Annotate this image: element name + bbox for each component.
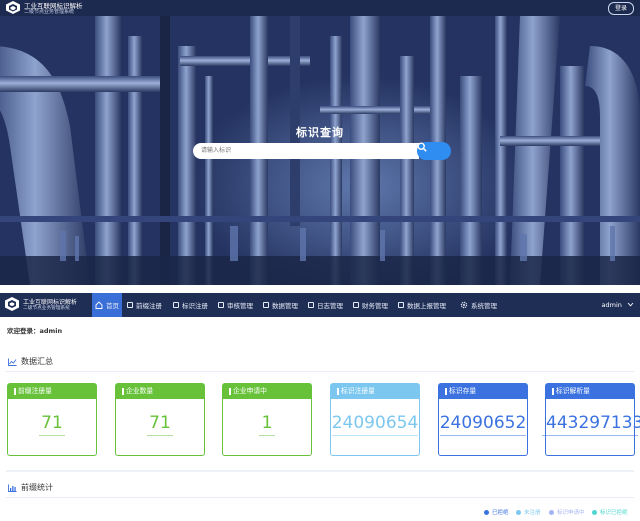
- card-label: 标识注册量: [331, 384, 419, 399]
- search-button[interactable]: [417, 142, 451, 160]
- legend-item[interactable]: 标识申请中: [549, 508, 585, 516]
- nav-item-id-register[interactable]: 标识注册: [173, 293, 208, 317]
- card-id-resolve-count: 标识解析量 443297133: [542, 383, 640, 456]
- card-value-underline: [440, 435, 526, 436]
- search-input[interactable]: [193, 143, 419, 159]
- nav-item-label: 日志管理: [317, 302, 343, 310]
- brand-subtitle: 二级节点业务管理系统: [24, 9, 75, 15]
- card-enterprise-count: 企业数量 71: [115, 383, 205, 456]
- card-value-underline: [259, 435, 275, 436]
- card-label: 企业申请中: [223, 384, 311, 399]
- legend-label: 已拒绝: [492, 510, 509, 516]
- nav-brand-subtitle: 二级节点业务管理系统: [23, 306, 70, 311]
- nav-item-label: 数据管理: [272, 302, 298, 310]
- nav-logo-icon: [5, 297, 19, 311]
- nav-item-home[interactable]: 首页: [92, 293, 122, 317]
- nav-item-logs[interactable]: 日志管理: [308, 293, 343, 317]
- nav-item-finance[interactable]: 财务管理: [353, 293, 388, 317]
- card-value-underline: [332, 435, 418, 436]
- legend-item[interactable]: 已拒绝: [484, 508, 509, 516]
- card-id-register-count: 标识注册量 24090654: [330, 383, 420, 456]
- gear-icon: [460, 301, 468, 309]
- welcome-user: admin: [39, 327, 63, 335]
- divider: [6, 470, 634, 472]
- card-value-underline: [542, 435, 638, 436]
- nav-item-label: 前缀注册: [136, 302, 162, 310]
- nav-item-label: 数据上报管理: [407, 302, 446, 310]
- top-header: 工业互联网标识解析 二级节点业务管理系统 登录: [0, 0, 640, 16]
- wallet-icon: [353, 302, 359, 308]
- report-icon: [398, 302, 404, 308]
- legend-dot: [484, 509, 489, 515]
- nav-item-label: 审核管理: [227, 302, 253, 310]
- calendar-icon: [308, 302, 314, 308]
- legend-label: 标识已拒绝: [600, 510, 628, 516]
- document-icon: [127, 302, 133, 308]
- card-label: 标识解析量: [546, 384, 634, 399]
- user-name: admin: [601, 301, 622, 309]
- card-enterprise-applying: 企业申请中 1: [222, 383, 312, 456]
- hero-banner: 标识查询: [0, 16, 640, 285]
- legend-item[interactable]: 未注册: [516, 508, 541, 516]
- card-value: 71: [41, 413, 63, 433]
- nav-item-system[interactable]: 系统管理: [460, 293, 497, 317]
- nav-item-label: 财务管理: [362, 302, 388, 310]
- legend-label: 未注册: [524, 510, 541, 516]
- card-value-underline: [39, 435, 65, 436]
- hero-title: 标识查询: [296, 126, 344, 139]
- card-value: 443297133: [546, 413, 640, 433]
- card-value: 71: [149, 413, 171, 433]
- card-value-underline: [147, 435, 173, 436]
- grid-icon: [173, 302, 179, 308]
- nav-item-data-report[interactable]: 数据上报管理: [398, 293, 446, 317]
- summary-section-title: 数据汇总: [8, 356, 53, 367]
- login-button[interactable]: 登录: [608, 2, 634, 15]
- nav-item-label: 系统管理: [471, 302, 497, 310]
- divider: [6, 497, 634, 498]
- user-menu[interactable]: admin: [602, 293, 634, 317]
- legend-item[interactable]: 标识已拒绝: [592, 508, 628, 516]
- welcome-text: 欢迎登录：admin: [7, 325, 62, 335]
- card-id-stock: 标识存量 24090652: [438, 383, 528, 456]
- bar-chart-icon: [8, 484, 17, 492]
- card-value: 24090652: [439, 413, 527, 433]
- home-icon: [95, 301, 103, 309]
- card-value: 1: [261, 413, 273, 433]
- search-icon: [417, 142, 427, 152]
- card-label: 企业数量: [116, 384, 204, 399]
- legend-dot: [549, 509, 554, 515]
- nav-item-label: 首页: [106, 302, 119, 310]
- card-value: 24090654: [331, 413, 419, 433]
- welcome-prefix: 欢迎登录：: [7, 327, 40, 335]
- edit-icon: [218, 302, 224, 308]
- legend-dot: [516, 509, 521, 515]
- card-prefix-count: 前缀注册量 71: [7, 383, 97, 456]
- legend-dot: [592, 509, 597, 515]
- main-nav: 工业互联网标识解析 二级节点业务管理系统 首页 前缀注册 标识注册 审核管理 数…: [0, 293, 640, 317]
- nav-item-label: 标识注册: [182, 302, 208, 310]
- nav-item-data[interactable]: 数据管理: [263, 293, 298, 317]
- legend-label: 标识申请中: [557, 510, 585, 516]
- nav-item-prefix-register[interactable]: 前缀注册: [127, 293, 162, 317]
- brand-logo-icon: [6, 1, 20, 14]
- card-label: 标识存量: [439, 384, 527, 399]
- prefix-stats-title: 前缀统计: [21, 483, 53, 492]
- prefix-stats-section-title: 前缀统计: [8, 482, 53, 493]
- search-bar: [193, 142, 451, 160]
- list-icon: [263, 302, 269, 308]
- nav-item-review[interactable]: 审核管理: [218, 293, 253, 317]
- divider: [6, 371, 634, 372]
- chevron-down-icon: [627, 302, 634, 307]
- chart-icon: [8, 358, 17, 366]
- card-label: 前缀注册量: [8, 384, 96, 399]
- summary-title: 数据汇总: [21, 357, 53, 366]
